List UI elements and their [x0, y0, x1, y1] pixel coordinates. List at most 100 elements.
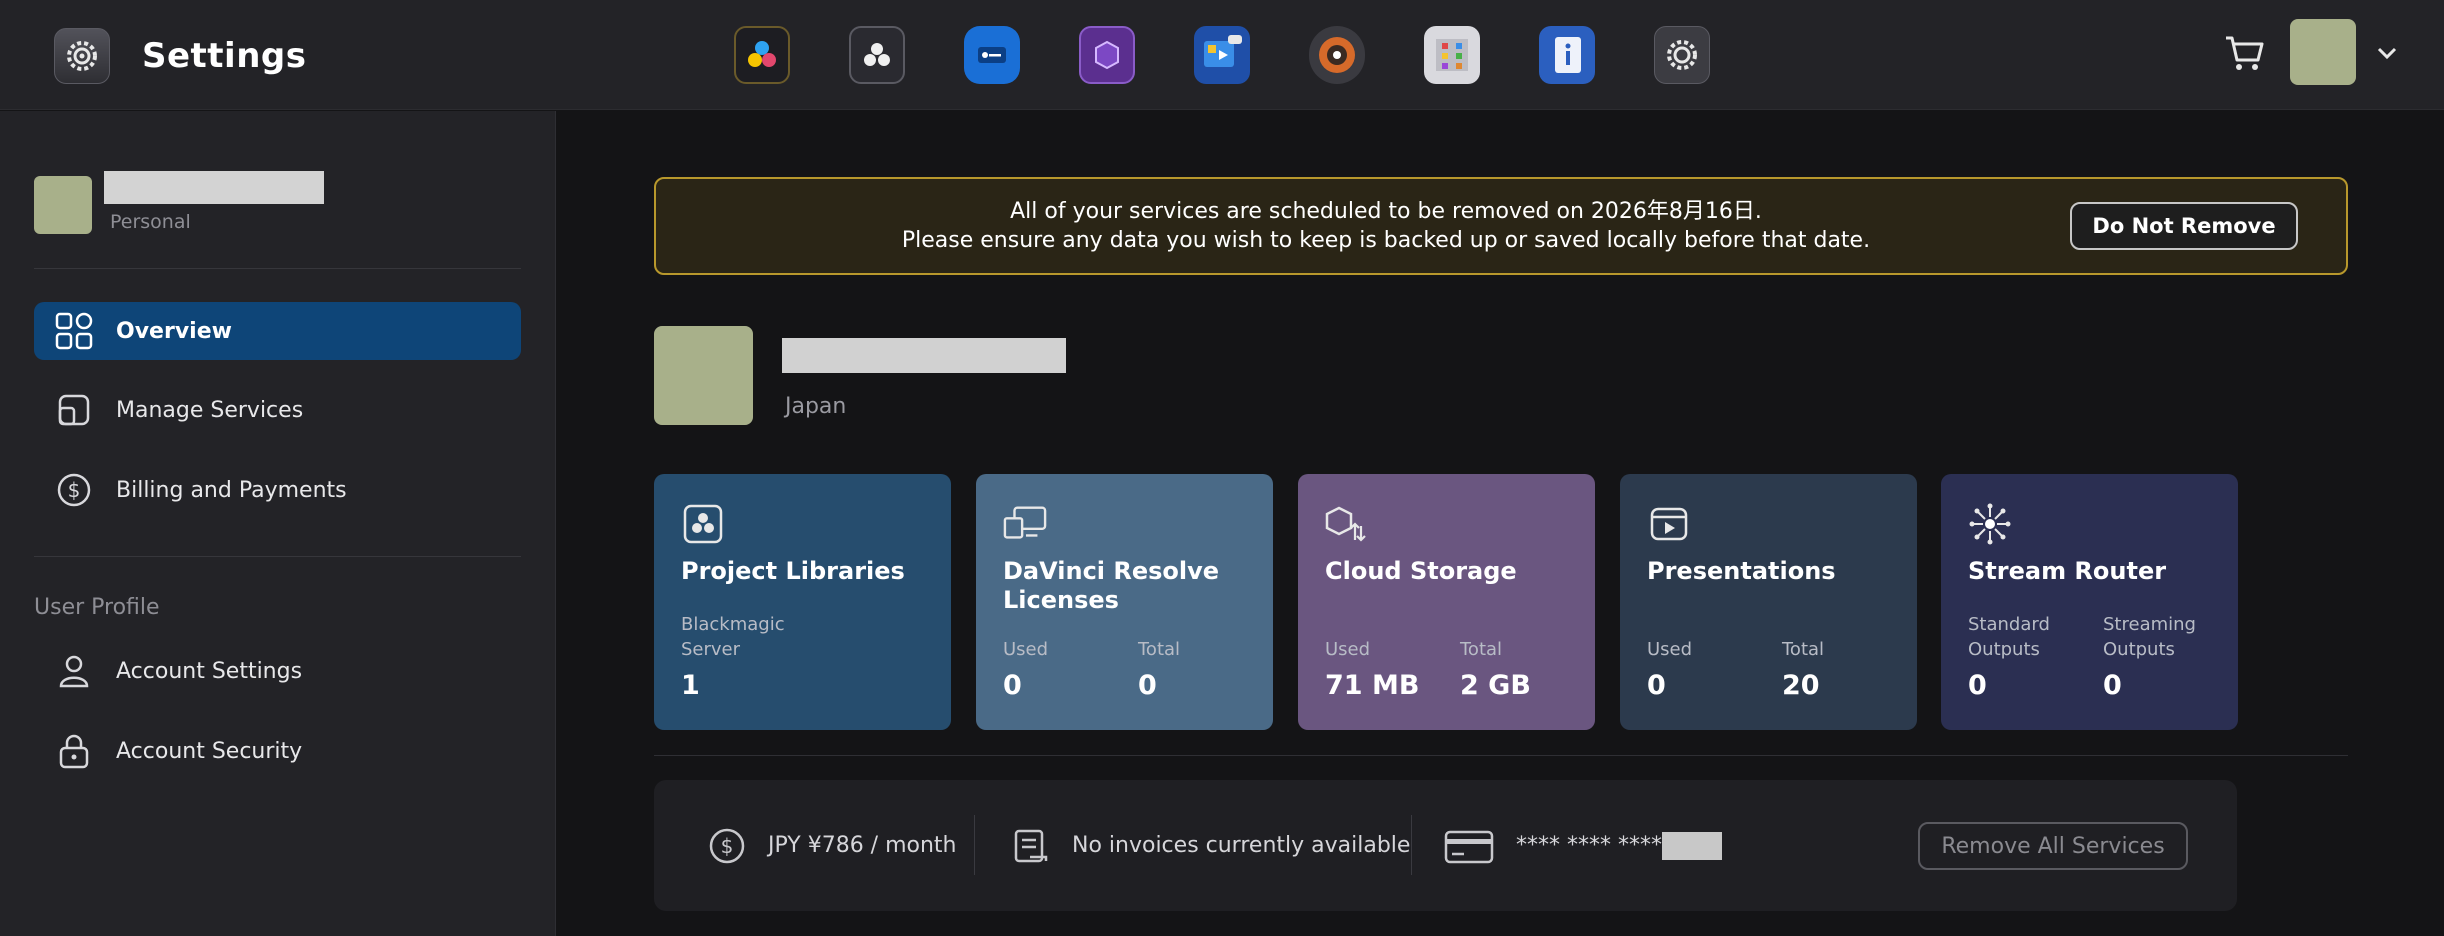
card-number-masked: **** **** ****: [1516, 832, 1662, 858]
sidebar: Personal Overview Manage Services $ Bill…: [0, 111, 556, 936]
stream-router-icon[interactable]: [1309, 26, 1365, 84]
stat-standard-outputs: Standard Outputs 0: [1968, 612, 2088, 701]
card-title: Project Libraries: [681, 557, 905, 585]
card-davinci-licenses[interactable]: DaVinci Resolve Licenses Used 0 Total 0: [976, 474, 1273, 730]
sidebar-item-account-settings[interactable]: Account Settings: [34, 642, 521, 700]
sidebar-item-label: Billing and Payments: [116, 477, 347, 503]
settings-icon[interactable]: [1654, 26, 1710, 84]
stream-router-icon: [1968, 502, 2012, 546]
invoices-text: No invoices currently available: [1072, 833, 1411, 858]
card-stream-router[interactable]: Stream Router Standard Outputs 0 Streami…: [1941, 474, 2238, 730]
dollar-icon: $: [709, 828, 745, 863]
stat-value: 2 GB: [1460, 670, 1531, 701]
stat-label: Used: [1647, 639, 1693, 660]
stat-used: Used 0: [1003, 637, 1133, 701]
banner-line-1: All of your services are scheduled to be…: [1010, 199, 1762, 224]
app-switcher: [734, 26, 1769, 84]
invoice-icon: [1014, 829, 1048, 862]
monitor-laptop-icon: [1003, 502, 1047, 546]
divider: [34, 556, 521, 557]
svg-text:$: $: [721, 834, 734, 858]
stat-label: Total: [1138, 639, 1181, 660]
license-key-icon[interactable]: [964, 26, 1020, 84]
account-name-redacted: [782, 338, 1066, 373]
stat-value: 0: [1968, 670, 1987, 701]
stat-value: 0: [2103, 670, 2122, 701]
stat-label: Used: [1325, 639, 1371, 660]
project-library-icon[interactable]: [1424, 26, 1480, 84]
section-label-user-profile: User Profile: [34, 595, 160, 620]
divider: [654, 755, 2348, 756]
card-cloud-storage[interactable]: Cloud Storage Used 71 MB Total 2 GB: [1298, 474, 1595, 730]
stat-label: Standard Outputs: [1968, 614, 2050, 660]
stat-value: 0: [1647, 670, 1666, 701]
stat-used: Used 0: [1647, 637, 1777, 701]
divider: [1411, 815, 1412, 875]
stat-label: Blackmagic Server: [681, 614, 785, 660]
davinci-resolve-icon[interactable]: [734, 26, 790, 84]
manage-services-icon: [54, 390, 94, 430]
chevron-down-icon[interactable]: [2372, 38, 2402, 68]
card-title: Stream Router: [1968, 557, 2167, 585]
fusion-icon[interactable]: [1079, 26, 1135, 84]
stat-total: Total 20: [1782, 637, 1912, 701]
sidebar-item-label: Overview: [116, 318, 232, 344]
credit-card-icon: [1444, 830, 1494, 863]
stat-value: 71 MB: [1325, 670, 1420, 701]
stat-value: 20: [1782, 670, 1820, 701]
stat-value: 0: [1003, 670, 1022, 701]
profile-name-redacted: [104, 171, 324, 204]
avatar[interactable]: [2290, 19, 2356, 85]
removal-warning-banner: All of your services are scheduled to be…: [654, 177, 2348, 275]
overview-icon: [54, 311, 94, 351]
payment-card: **** **** ****: [1444, 780, 1722, 911]
user-icon: [54, 651, 94, 691]
app-title: Settings: [142, 36, 307, 76]
card-presentations[interactable]: Presentations Used 0 Total 20: [1620, 474, 1917, 730]
billing-price: $ JPY ¥786 / month: [708, 780, 957, 911]
billing-summary-panel: $ JPY ¥786 / month No invoices currently…: [654, 780, 2237, 911]
sidebar-item-label: Account Security: [116, 738, 303, 764]
info-icon[interactable]: [1539, 26, 1595, 84]
billing-price-text: JPY ¥786 / month: [768, 833, 957, 858]
sidebar-item-overview[interactable]: Overview: [34, 302, 521, 360]
sidebar-item-manage-services[interactable]: Manage Services: [34, 381, 521, 439]
remove-all-services-button[interactable]: Remove All Services: [1918, 822, 2188, 870]
stat-used: Used 71 MB: [1325, 637, 1455, 701]
stat-total: Total 0: [1138, 637, 1268, 701]
stat-value: 1: [681, 670, 700, 701]
top-bar: Settings: [0, 0, 2444, 110]
profile-type: Personal: [110, 211, 191, 233]
cart-icon[interactable]: [2222, 30, 2268, 76]
sidebar-item-billing[interactable]: $ Billing and Payments: [34, 461, 521, 519]
stat-label: Used: [1003, 639, 1049, 660]
profile-avatar: [34, 176, 92, 234]
stat-blackmagic-server: Blackmagic Server 1: [681, 612, 831, 701]
banner-message: All of your services are scheduled to be…: [716, 197, 2056, 255]
stat-label: Streaming Outputs: [2103, 614, 2196, 660]
dollar-icon: $: [54, 470, 94, 510]
account-country: Japan: [785, 394, 847, 419]
stat-label: Total: [1782, 639, 1825, 660]
stat-value: 0: [1138, 670, 1157, 701]
sidebar-item-account-security[interactable]: Account Security: [34, 722, 521, 780]
stat-label: Total: [1460, 639, 1503, 660]
divider: [974, 815, 975, 875]
card-number-redacted: [1662, 831, 1722, 860]
do-not-remove-button[interactable]: Do Not Remove: [2070, 202, 2298, 250]
blackmagic-cloud-icon[interactable]: [849, 26, 905, 84]
presentations-icon: [1647, 502, 1691, 546]
stat-total: Total 2 GB: [1460, 637, 1590, 701]
svg-text:$: $: [68, 478, 81, 502]
stat-streaming-outputs: Streaming Outputs 0: [2103, 612, 2223, 701]
divider: [34, 268, 521, 269]
account-avatar: [654, 326, 753, 425]
sidebar-item-label: Manage Services: [116, 397, 304, 423]
card-title: Cloud Storage: [1325, 557, 1517, 585]
card-number-text: **** **** ****: [1516, 831, 1722, 860]
settings-gear-icon[interactable]: [54, 28, 110, 84]
banner-line-2: Please ensure any data you wish to keep …: [901, 228, 1871, 253]
presentations-icon[interactable]: [1194, 26, 1250, 84]
card-project-libraries[interactable]: Project Libraries Blackmagic Server 1: [654, 474, 951, 730]
invoices: No invoices currently available: [1012, 780, 1410, 911]
